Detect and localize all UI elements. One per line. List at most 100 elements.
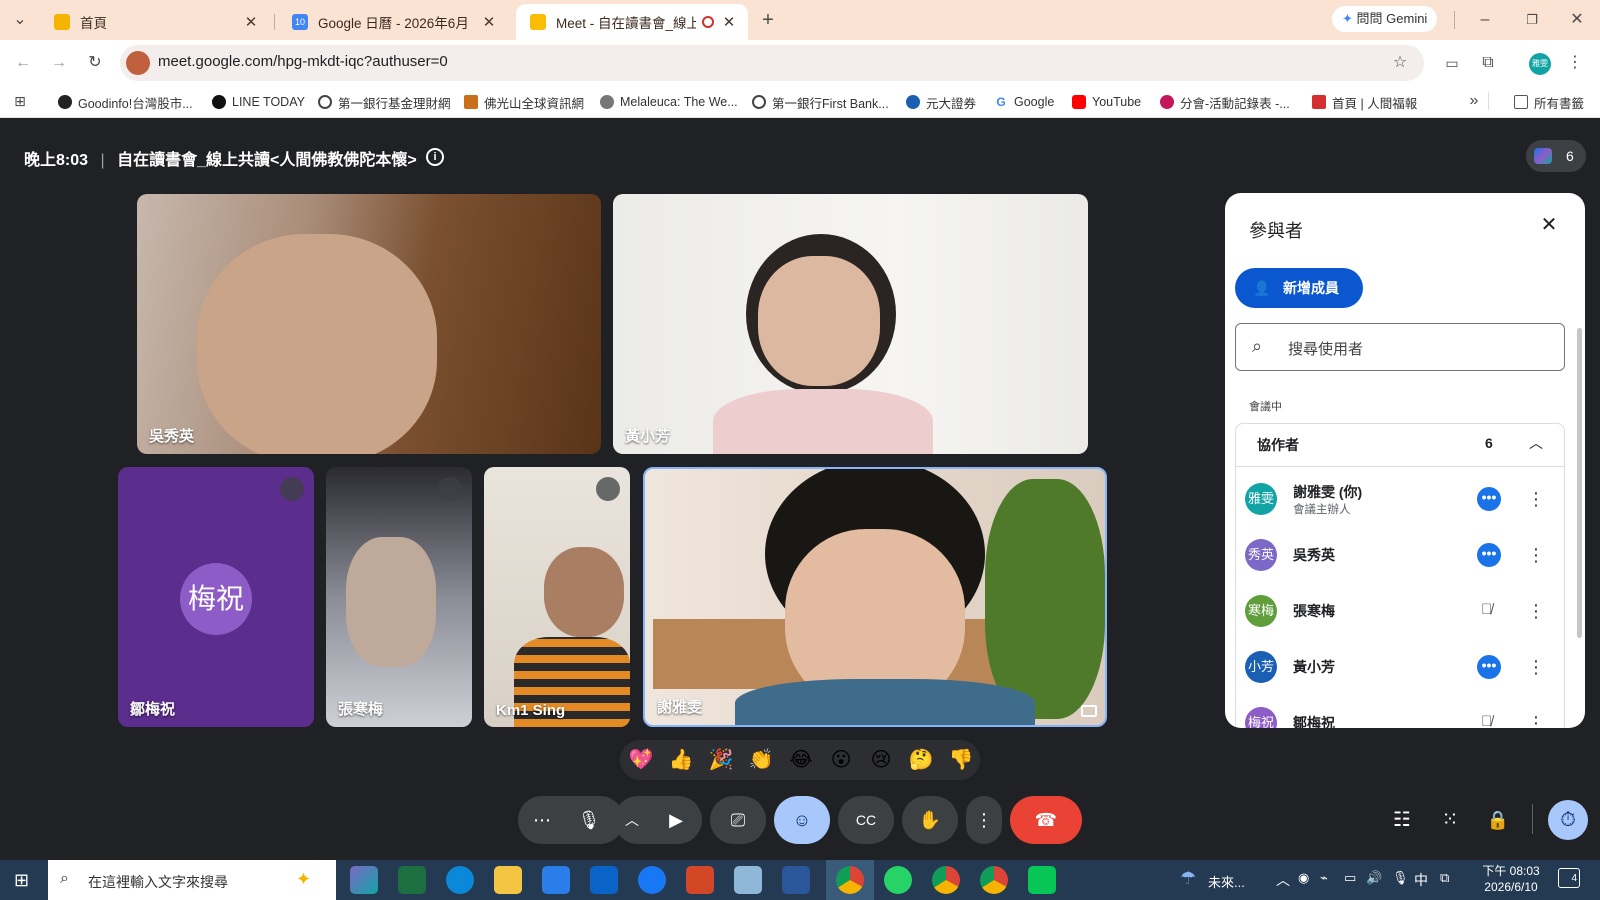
bookmark-item[interactable]: 佛光山全球資訊網 <box>464 91 584 113</box>
more-bookmarks-icon[interactable]: » <box>1462 89 1486 113</box>
reaction-thinking[interactable]: 🤔 <box>906 745 936 775</box>
tab-home[interactable]: 首頁 ✕ <box>40 4 270 40</box>
tray-bluetooth-icon[interactable]: ⌁ <box>1320 870 1328 886</box>
bookmark-item[interactable]: 首頁 | 人間福報 <box>1312 91 1417 113</box>
reaction-sad[interactable]: 😢 <box>866 745 896 775</box>
tab-search-icon[interactable]: ⌄ <box>8 8 32 32</box>
bookmark-star-icon[interactable]: ☆ <box>1388 51 1412 75</box>
taskbar-clock[interactable]: 下午 08:03 2026/6/10 <box>1478 863 1544 895</box>
reaction-thumbs-up[interactable]: 👍 <box>666 745 696 775</box>
mic-off-icon[interactable]: 🎙̸ <box>1481 713 1492 728</box>
participant-row[interactable]: 秀英 吳秀英 ••• ⋮ <box>1237 529 1557 581</box>
ime-mode-icon[interactable]: ⧉ <box>1440 870 1449 886</box>
forward-icon[interactable]: → <box>47 51 71 75</box>
notifications-icon[interactable]: 4 <box>1558 868 1580 888</box>
url-text[interactable]: meet.google.com/hpg-mkdt-iqc?authuser=0 <box>158 53 448 70</box>
participant-more-icon[interactable]: ⋮ <box>1527 599 1545 623</box>
all-bookmarks-button[interactable]: 所有書籤 <box>1514 91 1584 113</box>
whatsapp-icon[interactable] <box>884 866 912 894</box>
participant-row[interactable]: 梅祝 鄒梅祝 🎙̸ ⋮ <box>1237 697 1557 728</box>
bookmark-item[interactable]: 第一銀行基金理財網 <box>318 91 451 113</box>
video-tile[interactable]: 吳秀英 <box>137 194 601 454</box>
weather-icon[interactable]: ☂ <box>1180 868 1196 889</box>
participant-more-icon[interactable]: ⋮ <box>1527 487 1545 511</box>
excel-icon[interactable] <box>398 866 426 894</box>
weather-text[interactable]: 未來... <box>1208 872 1245 891</box>
chrome-icon[interactable] <box>836 866 864 894</box>
apps-grid-icon[interactable]: ⊞ <box>8 89 32 113</box>
reaction-clap[interactable]: 👏 <box>746 745 776 775</box>
participant-row[interactable]: 雅雯 謝雅雯 (你) 會議主辦人 ••• ⋮ <box>1237 473 1557 525</box>
present-screen-button[interactable]: ⎚ <box>710 796 766 844</box>
video-tile[interactable]: Km1 Sing <box>484 467 630 727</box>
new-tab-icon[interactable]: + <box>756 8 780 32</box>
restore-icon[interactable]: ❐ <box>1520 8 1544 32</box>
bookmark-item[interactable]: LINE TODAY <box>212 91 305 113</box>
reaction-laugh[interactable]: 😂 <box>786 745 816 775</box>
pip-icon[interactable] <box>1081 705 1097 717</box>
close-panel-icon[interactable]: ✕ <box>1535 211 1563 239</box>
video-tile[interactable]: 黃小芳 <box>613 194 1088 454</box>
captions-button[interactable]: CC <box>838 796 894 844</box>
powerpoint-icon[interactable] <box>686 866 714 894</box>
store-icon[interactable] <box>542 866 570 894</box>
participant-row[interactable]: 寒梅 張寒梅 🎙̸ ⋮ <box>1237 585 1557 637</box>
browser-menu-icon[interactable]: ⋮ <box>1563 51 1587 75</box>
more-options-button[interactable]: ⋮ <box>966 796 1002 844</box>
close-icon[interactable]: ✕ <box>242 13 260 31</box>
add-people-button[interactable]: 👤 新增成員 <box>1235 268 1363 308</box>
participant-row[interactable]: 小芳 黃小芳 ••• ⋮ <box>1237 641 1557 693</box>
edge-icon[interactable] <box>446 866 474 894</box>
group-header[interactable]: 協作者 6 ︿ <box>1235 423 1565 467</box>
video-options-button[interactable]: ︿ <box>614 796 650 844</box>
bookmark-item[interactable]: 第一銀行First Bank... <box>752 91 889 113</box>
windows-start-icon[interactable]: ⊞ <box>14 870 34 890</box>
reaction-party[interactable]: 🎉 <box>706 745 736 775</box>
profile-avatar[interactable]: 雅雯 <box>1529 53 1551 75</box>
meeting-info-icon[interactable]: i <box>426 148 444 166</box>
bookmark-item[interactable]: 分會-活動記錄表 -... <box>1160 91 1290 113</box>
bookmark-item[interactable]: G Google <box>994 91 1054 113</box>
line-icon[interactable] <box>1028 866 1056 894</box>
chrome-icon[interactable] <box>932 866 960 894</box>
network-icon[interactable]: ▭ <box>1344 870 1356 886</box>
extensions-icon[interactable]: ⧉ <box>1476 51 1500 75</box>
ime-indicator[interactable]: 中 <box>1414 870 1428 890</box>
bookmark-item[interactable]: Melaleuca: The We... <box>600 91 738 113</box>
microphone-button[interactable]: 🎙 <box>560 796 618 844</box>
messenger-icon[interactable] <box>638 866 666 894</box>
mic-off-icon[interactable]: 🎙̸ <box>1481 601 1492 618</box>
paint-icon[interactable] <box>734 866 762 894</box>
reactions-button[interactable]: ☺ <box>774 796 830 844</box>
audio-options-button[interactable]: ⋯ <box>518 796 566 844</box>
window-close-icon[interactable]: ✕ <box>1565 8 1589 32</box>
tab-calendar[interactable]: 10 Google 日曆 - 2026年6月 ✕ <box>278 4 508 40</box>
outlook-icon[interactable] <box>590 866 618 894</box>
bookmark-item[interactable]: Goodinfo!台灣股市... <box>58 91 193 113</box>
tray-camera-icon[interactable]: ◉ <box>1298 870 1309 886</box>
panel-scrollbar[interactable] <box>1577 328 1582 638</box>
activities-icon[interactable]: ⁙ <box>1438 808 1462 832</box>
participant-search-input[interactable]: ⌕ 搜尋使用者 <box>1235 323 1565 371</box>
video-tile-self[interactable]: 謝雅雯 <box>643 467 1107 727</box>
reaction-thumbs-down[interactable]: 👎 <box>946 745 976 775</box>
host-controls-icon[interactable]: 🔒 <box>1486 808 1510 832</box>
bookmark-item[interactable]: YouTube <box>1072 91 1141 113</box>
chrome-icon[interactable] <box>980 866 1008 894</box>
video-tile[interactable]: 張寒梅 <box>326 467 472 727</box>
word-icon[interactable] <box>782 866 810 894</box>
tray-chevron-icon[interactable]: ︿ <box>1276 870 1290 890</box>
gemini-button[interactable]: ✦ 問問 Gemini <box>1332 6 1438 32</box>
raise-hand-button[interactable]: ✋ <box>902 796 958 844</box>
back-icon[interactable]: ← <box>11 51 35 75</box>
participant-more-icon[interactable]: ⋮ <box>1527 711 1545 728</box>
end-call-button[interactable]: ☎ <box>1010 796 1082 844</box>
minimize-icon[interactable]: – <box>1473 8 1497 32</box>
copilot-icon[interactable] <box>350 866 378 894</box>
meeting-tools-icon[interactable]: ⏱ <box>1548 800 1588 840</box>
participant-count-badge[interactable]: 6 <box>1526 140 1586 172</box>
participant-more-icon[interactable]: ⋮ <box>1527 655 1545 679</box>
tab-meet[interactable]: Meet - 自在讀書會_線上共讀 ✕ <box>516 4 748 40</box>
cast-icon[interactable]: ▭ <box>1440 51 1464 75</box>
site-info-icon[interactable] <box>126 51 150 75</box>
